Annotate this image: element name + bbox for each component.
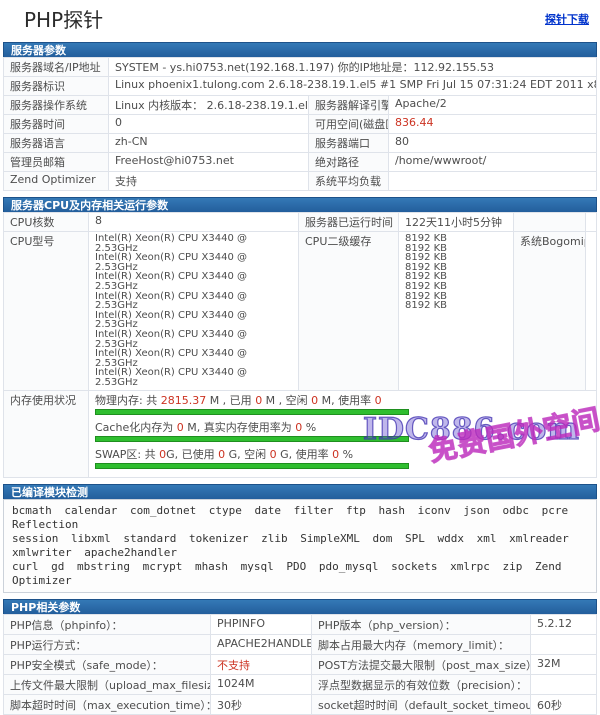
table-row: CPU型号 Intel(R) Xeon(R) CPU X3440 @ 2.53G… [4, 232, 597, 391]
abs-path-value: /home/wwwroot/ [389, 153, 597, 172]
load-avg-label: 系统平均负载 [309, 172, 389, 191]
server-time-label: 服务器时间 [4, 115, 109, 134]
cpu-cache-label: CPU二级缓存 [299, 232, 399, 391]
server-port-label: 服务器端口 [309, 134, 389, 153]
modules-line2: session libxml standard tokenizer zlib S… [12, 532, 569, 559]
upload-max-value: 1024M [211, 674, 312, 694]
table-row: 服务器标识 Linux phoenix1.tulong.com 2.6.18-2… [4, 77, 597, 96]
table-row: 服务器操作系统 Linux 内核版本： 2.6.18-238.19.1.el5 … [4, 96, 597, 115]
precision-value [531, 674, 597, 694]
precision-label: 浮点型数据显示的有效位数（precision）： [312, 674, 531, 694]
table-row: PHP信息（phpinfo）： PHPINFO PHP版本（php_versio… [4, 614, 597, 634]
safe-mode-label: PHP安全模式（safe_mode）： [4, 654, 211, 674]
server-engine-value: Apache/2 [389, 96, 597, 115]
server-ident-label: 服务器标识 [4, 77, 109, 96]
memory-usage-value: 物理内存: 共 2815.37 M , 已用 0 M , 空闲 0 M, 使用率… [89, 390, 597, 477]
section-header-modules: 已编译模块检测 [3, 484, 597, 499]
page-title: PHP探针 [24, 4, 103, 33]
table-row: PHP运行方式： APACHE2HANDLER 脚本占用最大内存（memory_… [4, 634, 597, 654]
section-php-params: PHP相关参数 PHP信息（phpinfo）： PHPINFO PHP版本（ph… [3, 599, 597, 715]
php-params-table: PHP信息（phpinfo）： PHPINFO PHP版本（php_versio… [3, 614, 597, 715]
section-header-server: 服务器参数 [3, 42, 597, 57]
server-lang-value: zh-CN [109, 134, 309, 153]
bogomips-label: 系统Bogomips [514, 232, 586, 391]
admin-email-label: 管理员邮箱 [4, 153, 109, 172]
cpu-cores-value: 8 [89, 213, 299, 232]
server-domain-label: 服务器域名/IP地址 [4, 58, 109, 77]
server-engine-label: 服务器解译引擎 [309, 96, 389, 115]
safe-mode-value: 不支持 [211, 654, 312, 674]
disk-free-label: 可用空间(磁盘区) [309, 115, 389, 134]
section-cpu-memory: 服务器CPU及内存相关运行参数 CPU核数 8 服务器已运行时间 122天11小… [3, 197, 597, 478]
server-ident-value: Linux phoenix1.tulong.com 2.6.18-238.19.… [109, 77, 597, 96]
page-header: PHP探针 探针下载 [3, 0, 597, 36]
table-row: CPU核数 8 服务器已运行时间 122天11小时5分钟 [4, 213, 597, 232]
memory-progress-bar [95, 409, 409, 415]
probe-download-link[interactable]: 探针下载 [545, 11, 589, 27]
section-server-params: 服务器参数 服务器域名/IP地址 SYSTEM - ys.hi0753.net(… [3, 42, 597, 191]
section-header-php: PHP相关参数 [3, 599, 597, 614]
cache-progress-bar [95, 436, 409, 442]
table-row: Zend Optimizer 支持 系统平均负载 [4, 172, 597, 191]
server-os-label: 服务器操作系统 [4, 96, 109, 115]
memory-limit-value [531, 634, 597, 654]
admin-email-value: FreeHost@hi0753.net [109, 153, 309, 172]
abs-path-label: 绝对路径 [309, 153, 389, 172]
table-row: PHP安全模式（safe_mode）： 不支持 POST方法提交最大限制（pos… [4, 654, 597, 674]
table-row: 管理员邮箱 FreeHost@hi0753.net 绝对路径 /home/www… [4, 153, 597, 172]
modules-list: bcmath calendar com_dotnet ctype date fi… [3, 499, 597, 593]
socket-timeout-label: socket超时时间（default_socket_timeout）： [312, 694, 531, 714]
php-version-label: PHP版本（php_version）： [312, 614, 531, 634]
table-row: 服务器时间 0 可用空间(磁盘区) 836.44 [4, 115, 597, 134]
server-time-value: 0 [109, 115, 309, 134]
post-max-size-value: 32M [531, 654, 597, 674]
max-execution-time-label: 脚本超时时间（max_execution_time）： [4, 694, 211, 714]
swap-progress-bar [95, 463, 409, 469]
page: PHP探针 探针下载 服务器参数 服务器域名/IP地址 SYSTEM - ys.… [0, 0, 600, 715]
phpinfo-value: PHPINFO [211, 614, 312, 634]
physical-memory-line: 物理内存: 共 2815.37 M , 已用 0 M , 空闲 0 M, 使用率… [95, 394, 590, 407]
table-row: 内存使用状况 物理内存: 共 2815.37 M , 已用 0 M , 空闲 0… [4, 390, 597, 477]
empty-cell [514, 213, 586, 232]
section-modules: 已编译模块检测 bcmath calendar com_dotnet ctype… [3, 484, 597, 593]
uptime-value: 122天11小时5分钟 [399, 213, 514, 232]
table-row: 服务器域名/IP地址 SYSTEM - ys.hi0753.net(192.16… [4, 58, 597, 77]
server-domain-value: SYSTEM - ys.hi0753.net(192.168.1.197) 你的… [109, 58, 597, 77]
cpu-model-label: CPU型号 [4, 232, 89, 391]
table-row: 上传文件最大限制（upload_max_filesize）： 1024M 浮点型… [4, 674, 597, 694]
php-sapi-value: APACHE2HANDLER [211, 634, 312, 654]
zend-value: 支持 [109, 172, 309, 191]
load-avg-value [389, 172, 597, 191]
php-sapi-label: PHP运行方式： [4, 634, 211, 654]
modules-line1: bcmath calendar com_dotnet ctype date fi… [12, 504, 568, 531]
swap-line: SWAP区: 共 0G, 已使用 0 G, 空闲 0 G, 使用率 0 % [95, 448, 590, 461]
cpu-cache-value: 8192 KB 8192 KB 8192 KB 8192 KB 8192 KB … [399, 232, 514, 391]
memory-limit-label: 脚本占用最大内存（memory_limit）： [312, 634, 531, 654]
socket-timeout-value: 60秒 [531, 694, 597, 714]
cpu-memory-table: CPU核数 8 服务器已运行时间 122天11小时5分钟 CPU型号 Intel… [3, 212, 597, 478]
modules-line3: curl gd mbstring mcrypt mhash mysql PDO … [12, 560, 561, 587]
disk-free-value: 836.44 [389, 115, 597, 134]
server-os-value: Linux 内核版本： 2.6.18-238.19.1.el5 [109, 96, 309, 115]
server-params-table: 服务器域名/IP地址 SYSTEM - ys.hi0753.net(192.16… [3, 57, 597, 191]
section-header-cpu: 服务器CPU及内存相关运行参数 [3, 197, 597, 212]
memory-usage-label: 内存使用状况 [4, 390, 89, 477]
cpu-cores-label: CPU核数 [4, 213, 89, 232]
table-row: 服务器语言 zh-CN 服务器端口 80 [4, 134, 597, 153]
server-lang-label: 服务器语言 [4, 134, 109, 153]
max-execution-time-value: 30秒 [211, 694, 312, 714]
zend-label: Zend Optimizer [4, 172, 109, 191]
cpu-model-value: Intel(R) Xeon(R) CPU X3440 @ 2.53GHz Int… [89, 232, 299, 391]
table-row: 脚本超时时间（max_execution_time）： 30秒 socket超时… [4, 694, 597, 714]
php-version-value: 5.2.12 [531, 614, 597, 634]
upload-max-label: 上传文件最大限制（upload_max_filesize）： [4, 674, 211, 694]
post-max-size-label: POST方法提交最大限制（post_max_size）： [312, 654, 531, 674]
empty-cell [586, 213, 597, 232]
phpinfo-label: PHP信息（phpinfo）： [4, 614, 211, 634]
bogomips-value [586, 232, 597, 391]
uptime-label: 服务器已运行时间 [299, 213, 399, 232]
cache-memory-line: Cache化内存为 0 M, 真实内存使用率为 0 % [95, 421, 590, 434]
server-port-value: 80 [389, 134, 597, 153]
